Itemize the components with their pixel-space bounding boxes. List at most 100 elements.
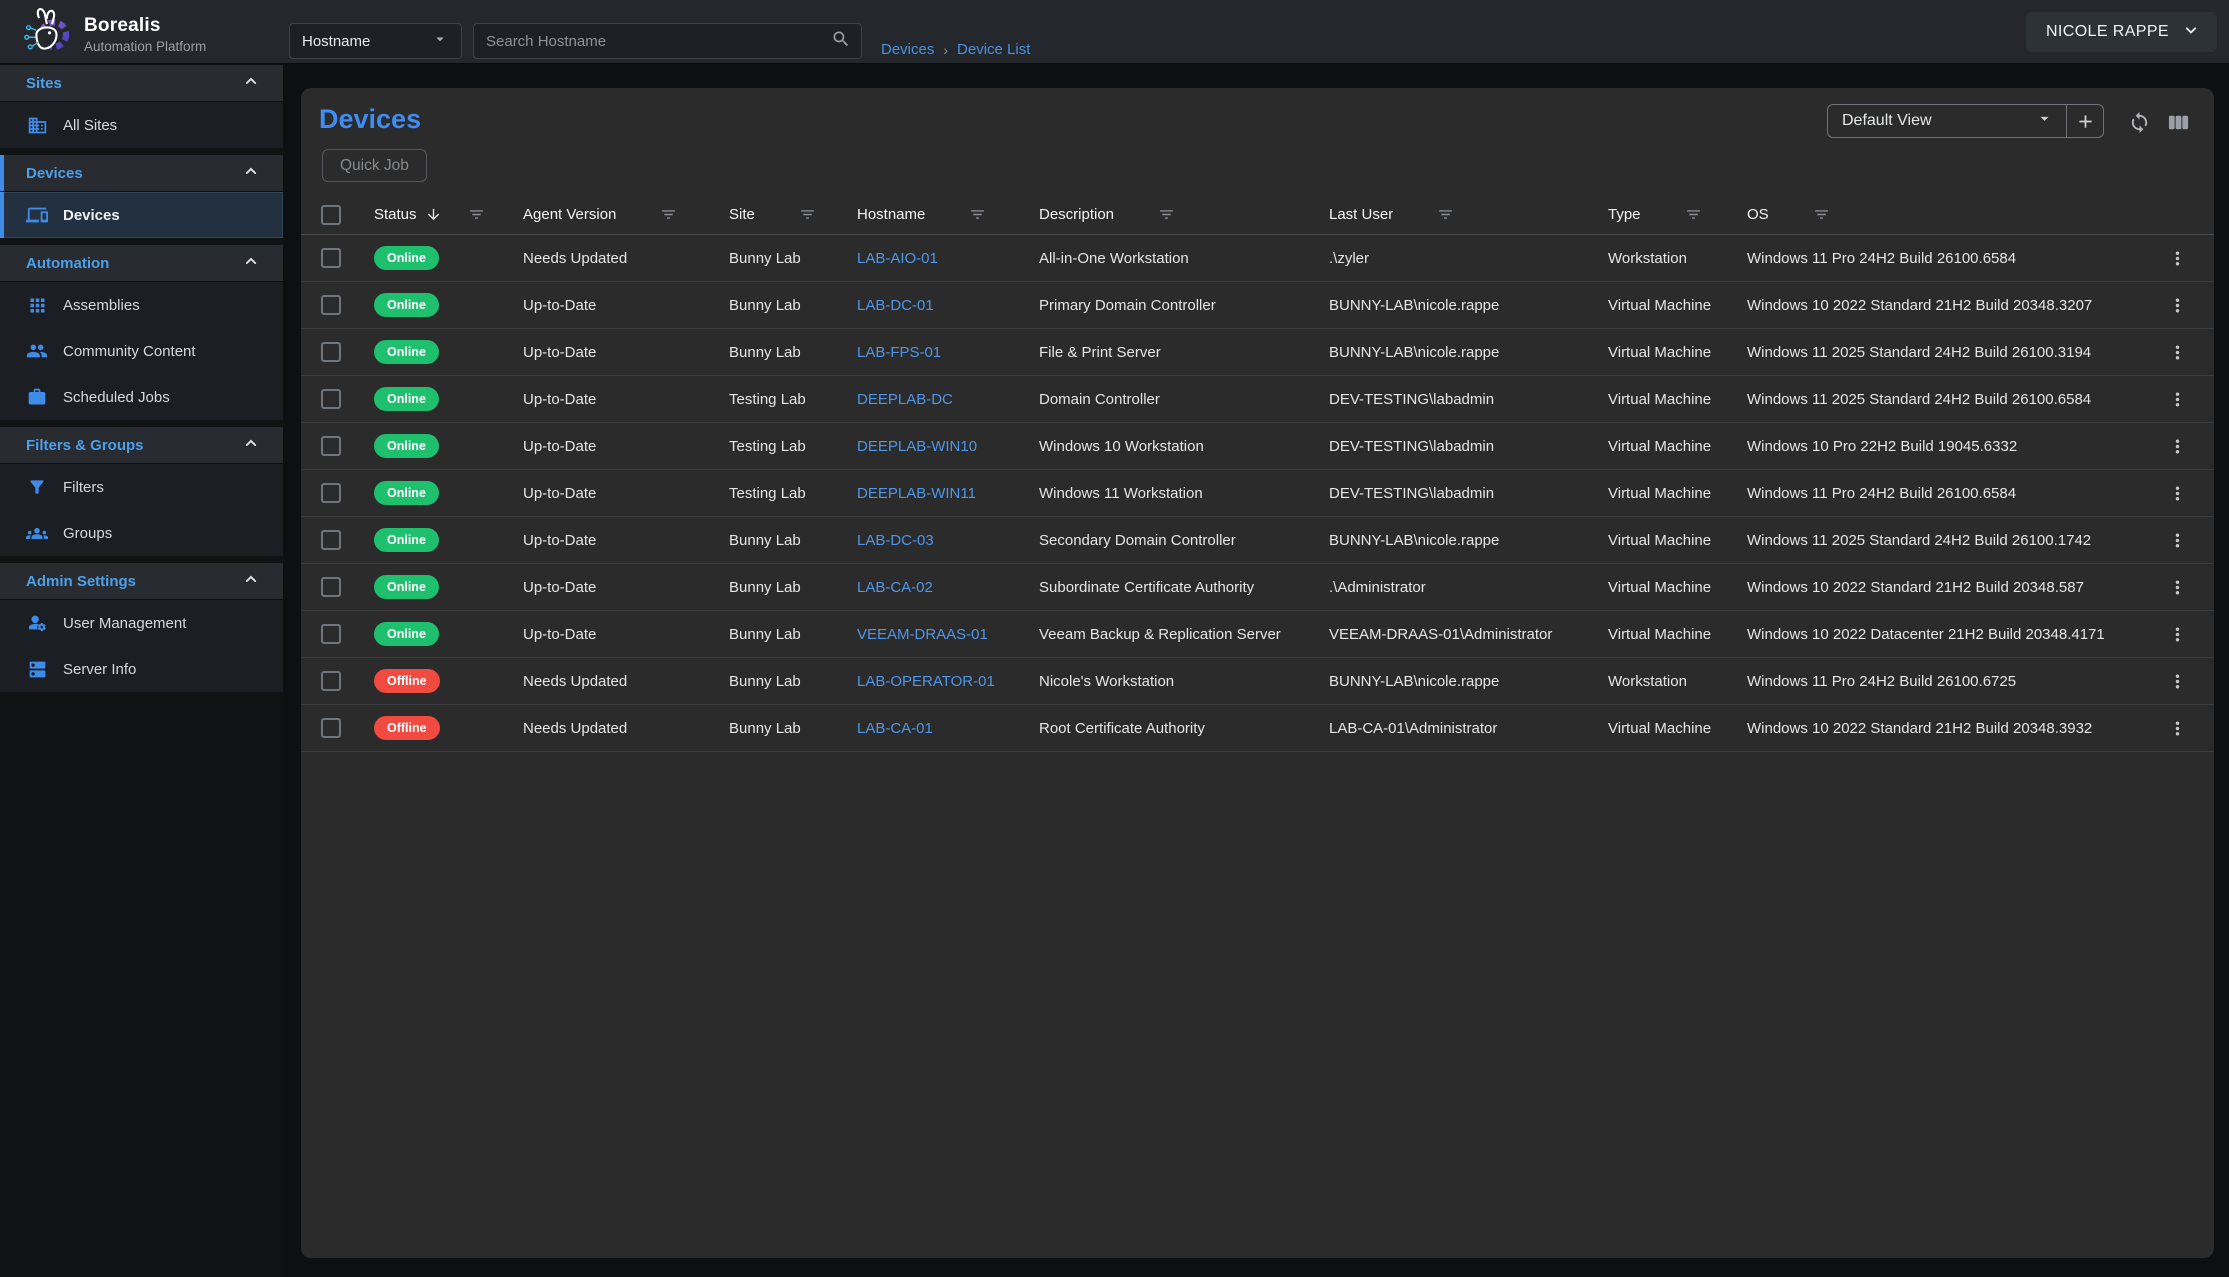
breadcrumb-devices[interactable]: Devices [881,41,934,58]
hostname-link[interactable]: LAB-DC-01 [857,297,934,314]
hostname-link[interactable]: LAB-FPS-01 [857,344,941,361]
type-cell: Virtual Machine [1608,532,1747,549]
row-actions-button[interactable] [2163,526,2191,554]
sidebar-item-user-management[interactable]: User Management [0,600,283,646]
filter-icon[interactable] [1685,206,1702,223]
row-checkbox[interactable] [321,389,341,409]
search-icon[interactable] [831,29,851,54]
table-row[interactable]: Offline Needs Updated Bunny Lab LAB-CA-0… [301,705,2214,752]
breadcrumb-device-list[interactable]: Device List [957,41,1030,58]
row-checkbox[interactable] [321,671,341,691]
quick-job-button[interactable]: Quick Job [322,149,427,182]
row-checkbox[interactable] [321,483,341,503]
row-checkbox[interactable] [321,342,341,362]
row-checkbox[interactable] [321,436,341,456]
row-checkbox[interactable] [321,624,341,644]
hostname-link[interactable]: DEEPLAB-DC [857,391,953,408]
filter-icon[interactable] [468,206,485,223]
people-icon [26,340,48,362]
sidebar-item-devices[interactable]: Devices [0,192,283,238]
column-header-description[interactable]: Description [1039,206,1329,223]
table-row[interactable]: Offline Needs Updated Bunny Lab LAB-OPER… [301,658,2214,705]
grid-icon [26,294,48,316]
select-all-cell [301,205,360,225]
description-cell: Nicole's Workstation [1039,673,1329,690]
sidebar-section-header-automation[interactable]: Automation [0,245,283,282]
row-checkbox[interactable] [321,718,341,738]
row-actions-button[interactable] [2163,432,2191,460]
kebab-icon [2167,671,2188,692]
row-actions-button[interactable] [2163,714,2191,742]
row-checkbox[interactable] [321,530,341,550]
column-header-hostname[interactable]: Hostname [857,206,1039,223]
user-menu-button[interactable]: NICOLE RAPPE [2026,12,2217,52]
last-user-cell: .\zyler [1329,250,1608,267]
hostname-link[interactable]: LAB-AIO-01 [857,250,938,267]
row-actions-button[interactable] [2163,620,2191,648]
search-input[interactable] [486,33,831,50]
sidebar-section-items: Devices [0,192,283,238]
select-all-checkbox[interactable] [321,205,341,225]
hostname-link[interactable]: DEEPLAB-WIN11 [857,485,976,502]
table-row[interactable]: Online Up-to-Date Bunny Lab LAB-DC-03 Se… [301,517,2214,564]
hostname-link[interactable]: LAB-OPERATOR-01 [857,673,995,690]
table-row[interactable]: Online Up-to-Date Bunny Lab LAB-FPS-01 F… [301,329,2214,376]
hostname-link[interactable]: LAB-CA-02 [857,579,933,596]
row-checkbox[interactable] [321,295,341,315]
row-actions-button[interactable] [2163,667,2191,695]
table-row[interactable]: Online Up-to-Date Testing Lab DEEPLAB-WI… [301,423,2214,470]
description-cell: Domain Controller [1039,391,1329,408]
hostname-link[interactable]: DEEPLAB-WIN10 [857,438,977,455]
sidebar-item-community-content[interactable]: Community Content [0,328,283,374]
table-row[interactable]: Online Up-to-Date Bunny Lab LAB-CA-02 Su… [301,564,2214,611]
sidebar-item-all-sites[interactable]: All Sites [0,102,283,148]
search-field-selector[interactable]: Hostname [289,23,462,59]
filter-icon[interactable] [660,206,677,223]
sort-desc-icon[interactable] [425,206,442,223]
row-checkbox[interactable] [321,577,341,597]
row-actions-button[interactable] [2163,338,2191,366]
filter-icon[interactable] [1158,206,1175,223]
row-actions-button[interactable] [2163,291,2191,319]
column-header-status[interactable]: Status [360,206,523,223]
sidebar-section-header-devices[interactable]: Devices [0,155,283,192]
add-view-button[interactable] [2066,105,2103,137]
table-row[interactable]: Online Up-to-Date Testing Lab DEEPLAB-DC… [301,376,2214,423]
row-actions-button[interactable] [2163,573,2191,601]
column-header-agent-version[interactable]: Agent Version [523,206,729,223]
sidebar-section-header-admin-settings[interactable]: Admin Settings [0,563,283,600]
devices-table: Status Agent Version Site [301,195,2214,752]
filter-icon[interactable] [969,206,986,223]
table-row[interactable]: Online Up-to-Date Bunny Lab LAB-DC-01 Pr… [301,282,2214,329]
table-row[interactable]: Online Up-to-Date Bunny Lab VEEAM-DRAAS-… [301,611,2214,658]
type-cell: Virtual Machine [1608,391,1747,408]
column-header-site[interactable]: Site [729,206,857,223]
row-actions-button[interactable] [2163,479,2191,507]
site-cell: Bunny Lab [729,579,857,596]
table-row[interactable]: Online Needs Updated Bunny Lab LAB-AIO-0… [301,235,2214,282]
hostname-link[interactable]: LAB-DC-03 [857,532,934,549]
refresh-button[interactable] [2126,109,2152,135]
row-actions-button[interactable] [2163,385,2191,413]
filter-icon[interactable] [1813,206,1830,223]
sidebar-section-header-filters-groups[interactable]: Filters & Groups [0,427,283,464]
view-selector[interactable]: Default View [1828,105,2066,137]
sidebar-section-header-sites[interactable]: Sites [0,65,283,102]
column-settings-button[interactable] [2165,109,2191,135]
hostname-link[interactable]: LAB-CA-01 [857,720,933,737]
column-header-type[interactable]: Type [1608,206,1747,223]
column-header-last-user[interactable]: Last User [1329,206,1608,223]
table-row[interactable]: Online Up-to-Date Testing Lab DEEPLAB-WI… [301,470,2214,517]
sidebar-item-filters[interactable]: Filters [0,464,283,510]
filter-icon[interactable] [1437,206,1454,223]
sidebar-item-groups[interactable]: Groups [0,510,283,556]
sidebar-item-assemblies[interactable]: Assemblies [0,282,283,328]
column-header-os[interactable]: OS [1747,206,2140,223]
sidebar-item-scheduled-jobs[interactable]: Scheduled Jobs [0,374,283,420]
filter-icon[interactable] [799,206,816,223]
sidebar-item-server-info[interactable]: Server Info [0,646,283,692]
row-checkbox[interactable] [321,248,341,268]
hostname-link[interactable]: VEEAM-DRAAS-01 [857,626,988,643]
row-actions-button[interactable] [2163,244,2191,272]
sidebar-section-automation: Automation Assemblies Community Content … [0,245,283,420]
